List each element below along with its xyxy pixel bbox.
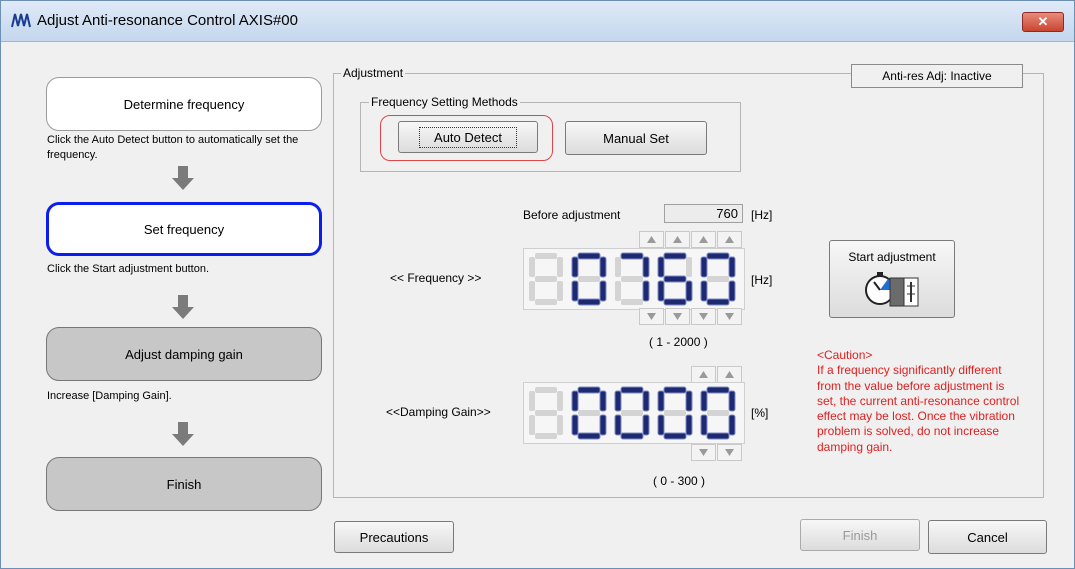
cancel-label: Cancel (967, 529, 1008, 545)
step-description: Click the Auto Detect button to automati… (47, 134, 299, 161)
waveform-app-icon (11, 13, 31, 28)
seven-segment-digit (529, 253, 563, 305)
step-label: Finish (166, 476, 202, 492)
step-label: Determine frequency (123, 96, 245, 112)
precautions-button[interactable]: Precautions (334, 521, 454, 553)
decrement-button[interactable] (665, 308, 690, 325)
triangle-down-icon (699, 449, 708, 456)
close-icon: ✕ (1037, 14, 1049, 29)
damping-gain-range: ( 0 - 300 ) (653, 474, 706, 488)
caution-text: If a frequency significantly different f… (817, 363, 1020, 454)
triangle-up-icon (673, 236, 682, 243)
start-adjustment-button[interactable]: Start adjustment (829, 240, 955, 318)
step-label: Adjust damping gain (125, 346, 243, 362)
dialog-window: Adjust Anti-resonance Control AXIS#00 ✕ … (0, 0, 1075, 569)
close-button[interactable]: ✕ (1022, 12, 1064, 32)
increment-button[interactable] (639, 231, 664, 248)
status-badge: Anti-res Adj: Inactive (851, 64, 1023, 88)
manual-set-label: Manual Set (603, 130, 669, 146)
before-adjustment-label: Before adjustment (523, 208, 621, 222)
stopwatch-meter-icon (865, 272, 919, 307)
adjustment-group-label: Adjustment (341, 66, 406, 80)
status-badge-text: Anti-res Adj: Inactive (882, 69, 992, 83)
seven-segment-digit (571, 252, 607, 306)
before-adjustment-unit: [Hz] (751, 208, 773, 222)
damping-gain-unit: [%] (751, 406, 769, 420)
triangle-up-icon (699, 236, 708, 243)
increment-button[interactable] (665, 231, 690, 248)
increment-button[interactable] (717, 366, 742, 383)
step-description: Click the Start adjustment button. (47, 263, 210, 275)
frequency-label: << Frequency >> (390, 271, 482, 285)
title-bar[interactable]: Adjust Anti-resonance Control AXIS#00 ✕ (1, 1, 1074, 42)
seven-segment-digit (657, 252, 693, 306)
precautions-label: Precautions (359, 529, 429, 545)
decrement-button[interactable] (717, 444, 742, 461)
auto-detect-label: Auto Detect (419, 126, 517, 148)
seven-segment-digit (615, 252, 650, 305)
step-finish: Finish (46, 457, 322, 511)
arrow-down-icon (172, 166, 194, 190)
frequency-unit: [Hz] (751, 273, 773, 287)
step-label: Set frequency (143, 221, 225, 237)
manual-set-button[interactable]: Manual Set (565, 121, 707, 155)
step-description: Increase [Damping Gain]. (47, 390, 172, 402)
seven-segment-digit (700, 386, 736, 440)
damping-gain-display[interactable] (523, 382, 745, 444)
step-adjust-damping-gain: Adjust damping gain (46, 327, 322, 381)
auto-detect-button[interactable]: Auto Detect (398, 121, 538, 153)
triangle-down-icon (699, 313, 708, 320)
before-adjustment-value: 760 (664, 204, 743, 223)
decrement-button[interactable] (717, 308, 742, 325)
finish-label: Finish (842, 527, 878, 543)
caution-message: <Caution> If a frequency significantly d… (817, 348, 1025, 455)
triangle-up-icon (725, 236, 734, 243)
arrow-down-icon (172, 295, 194, 319)
frequency-range: ( 1 - 2000 ) (649, 335, 708, 349)
increment-button[interactable] (691, 231, 716, 248)
triangle-down-icon (725, 449, 734, 456)
seven-segment-digit (529, 387, 563, 439)
seven-segment-digit (571, 386, 607, 440)
step-determine-frequency: Determine frequency (46, 77, 322, 131)
triangle-up-icon (647, 236, 656, 243)
decrement-button[interactable] (691, 308, 716, 325)
triangle-up-icon (699, 371, 708, 378)
frequency-display[interactable] (523, 248, 745, 310)
finish-button[interactable]: Finish (800, 519, 920, 551)
window-title: Adjust Anti-resonance Control AXIS#00 (37, 12, 298, 29)
frequency-methods-label: Frequency Setting Methods (369, 95, 520, 109)
increment-button[interactable] (691, 366, 716, 383)
step-set-frequency: Set frequency (46, 202, 322, 256)
increment-button[interactable] (717, 231, 742, 248)
triangle-up-icon (725, 371, 734, 378)
triangle-down-icon (647, 313, 656, 320)
start-adjustment-label: Start adjustment (848, 250, 936, 264)
decrement-button[interactable] (639, 308, 664, 325)
arrow-down-icon (172, 422, 194, 446)
cancel-button[interactable]: Cancel (928, 520, 1047, 554)
seven-segment-digit (700, 252, 736, 306)
damping-gain-label: <<Damping Gain>> (386, 405, 491, 419)
caution-title: <Caution> (817, 348, 873, 362)
triangle-down-icon (725, 313, 734, 320)
seven-segment-digit (657, 386, 693, 440)
seven-segment-digit (614, 386, 650, 440)
dialog-client: Determine frequency Click the Auto Detec… (1, 42, 1074, 568)
triangle-down-icon (673, 313, 682, 320)
decrement-button[interactable] (691, 444, 716, 461)
